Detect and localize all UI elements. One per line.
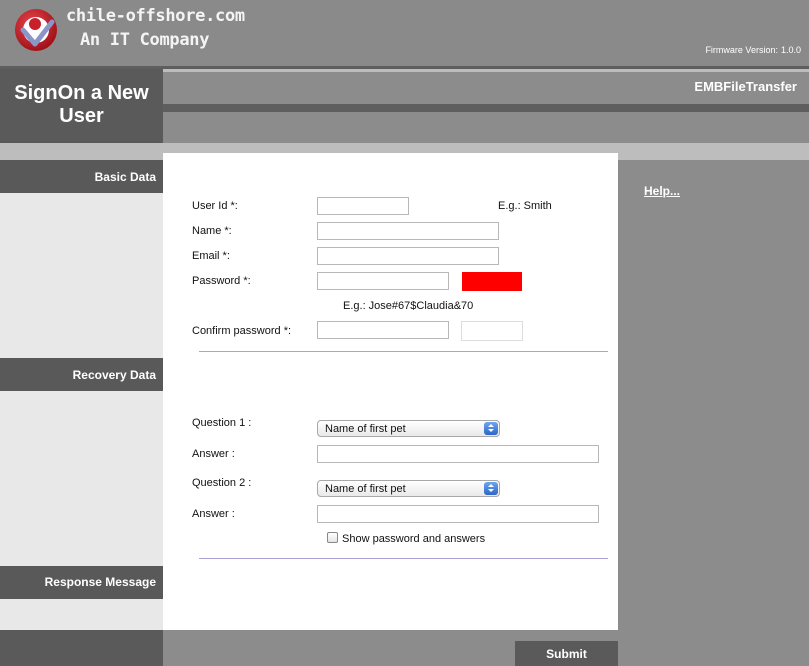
right-panel [618, 160, 809, 630]
password-strength-indicator [462, 272, 522, 291]
select-arrows-icon [484, 422, 498, 435]
user-id-hint: E.g.: Smith [498, 200, 552, 212]
basic-data-divider [199, 351, 608, 352]
firmware-value: 1.0.0 [780, 45, 801, 55]
footer-right [618, 630, 809, 666]
section-recovery-data: Recovery Data [0, 358, 163, 391]
show-password-label: Show password and answers [342, 533, 486, 545]
name-input[interactable] [317, 222, 499, 240]
brand-name: chile-offshore.com [66, 6, 245, 26]
confirm-match-indicator [461, 321, 523, 341]
question1-selected: Name of first pet [325, 423, 406, 435]
email-input[interactable] [317, 247, 499, 265]
user-id-input[interactable] [317, 197, 409, 215]
app-name: EMBFileTransfer [694, 79, 797, 94]
section-basic-data: Basic Data [0, 160, 163, 193]
submit-button[interactable]: Submit [515, 641, 618, 666]
password-hint: E.g.: Jose#67$Claudia&70 [343, 300, 474, 312]
confirm-password-input[interactable] [317, 321, 449, 339]
password-label: Password *: [192, 275, 251, 287]
show-password-checkbox[interactable] [327, 532, 338, 543]
answer2-label: Answer : [192, 508, 235, 520]
signon-form: User Id *: E.g.: Smith Name *: Email *: … [163, 153, 618, 630]
company-logo-icon [15, 9, 57, 51]
user-id-label: User Id *: [192, 200, 238, 212]
email-label: Email *: [192, 250, 230, 262]
brand-tagline: An IT Company [80, 30, 210, 50]
question2-label: Question 2 : [192, 477, 252, 489]
page-title: SignOn a New User [14, 82, 149, 127]
question2-select[interactable]: Name of first pet [317, 480, 500, 497]
firmware-label: Firmware Version: [705, 45, 778, 55]
name-label: Name *: [192, 225, 232, 237]
password-input[interactable] [317, 272, 449, 290]
question1-select[interactable]: Name of first pet [317, 420, 500, 437]
answer1-label: Answer : [192, 448, 235, 460]
footer-left [0, 630, 163, 666]
section-response-message: Response Message [0, 566, 163, 599]
select-arrows-icon [484, 482, 498, 495]
answer2-input[interactable] [317, 505, 599, 523]
firmware-version: Firmware Version: 1.0.0 [702, 45, 801, 55]
confirm-password-label: Confirm password *: [192, 325, 292, 337]
recovery-data-divider [199, 558, 608, 559]
left-sidebar [0, 160, 163, 630]
question2-selected: Name of first pet [325, 483, 406, 495]
answer1-input[interactable] [317, 445, 599, 463]
help-link[interactable]: Help... [644, 184, 680, 198]
title-band-divider [163, 104, 809, 112]
question1-label: Question 1 : [192, 417, 252, 429]
title-band-bottom [163, 112, 809, 143]
